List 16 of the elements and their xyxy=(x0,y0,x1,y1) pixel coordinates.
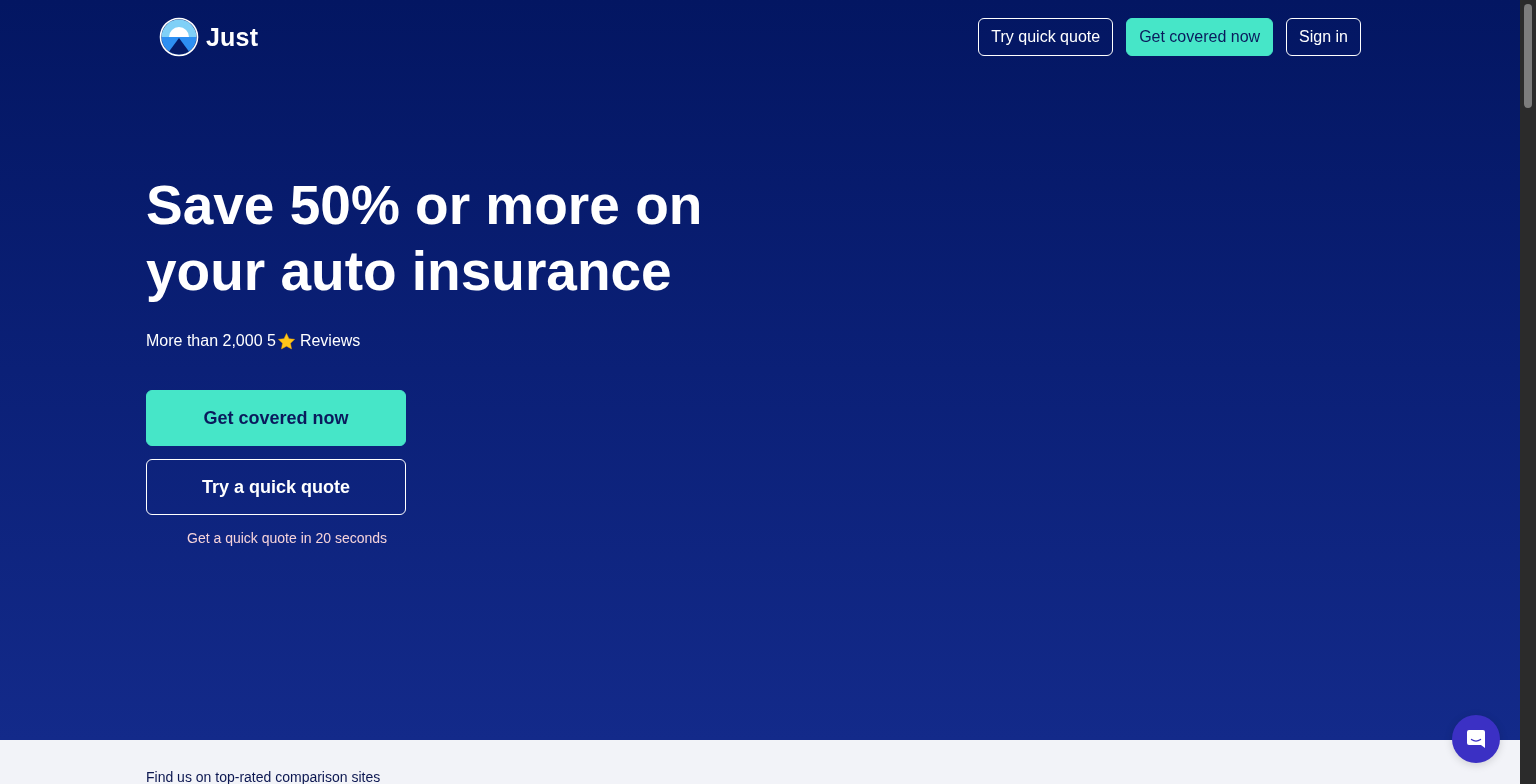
outline-button[interactable]: Try a quick quote xyxy=(146,459,406,515)
scrollbar-thumb[interactable] xyxy=(1524,4,1532,108)
logo-icon xyxy=(159,17,199,57)
logo-text[interactable]: Just xyxy=(206,22,259,52)
nav-button[interactable]: Try quick quote xyxy=(978,18,1114,56)
reviews-text: More than 2,000 5 xyxy=(146,331,276,351)
hero-heading: Save 50% or more on your auto insurance xyxy=(146,173,704,304)
chat-icon xyxy=(1464,727,1488,751)
nav-button[interactable]: Get covered now xyxy=(1126,18,1274,56)
caption-text: Get a quick quote in 20 seconds xyxy=(187,529,389,548)
nav-button[interactable]: Sign in xyxy=(1286,18,1361,56)
scrollbar[interactable] xyxy=(1520,0,1536,784)
reviews-text: Reviews xyxy=(299,331,361,351)
cta-button[interactable]: Get covered now xyxy=(146,390,406,446)
section-title: Find us on top-rated comparison sites xyxy=(146,771,382,784)
star-icon xyxy=(276,331,296,351)
